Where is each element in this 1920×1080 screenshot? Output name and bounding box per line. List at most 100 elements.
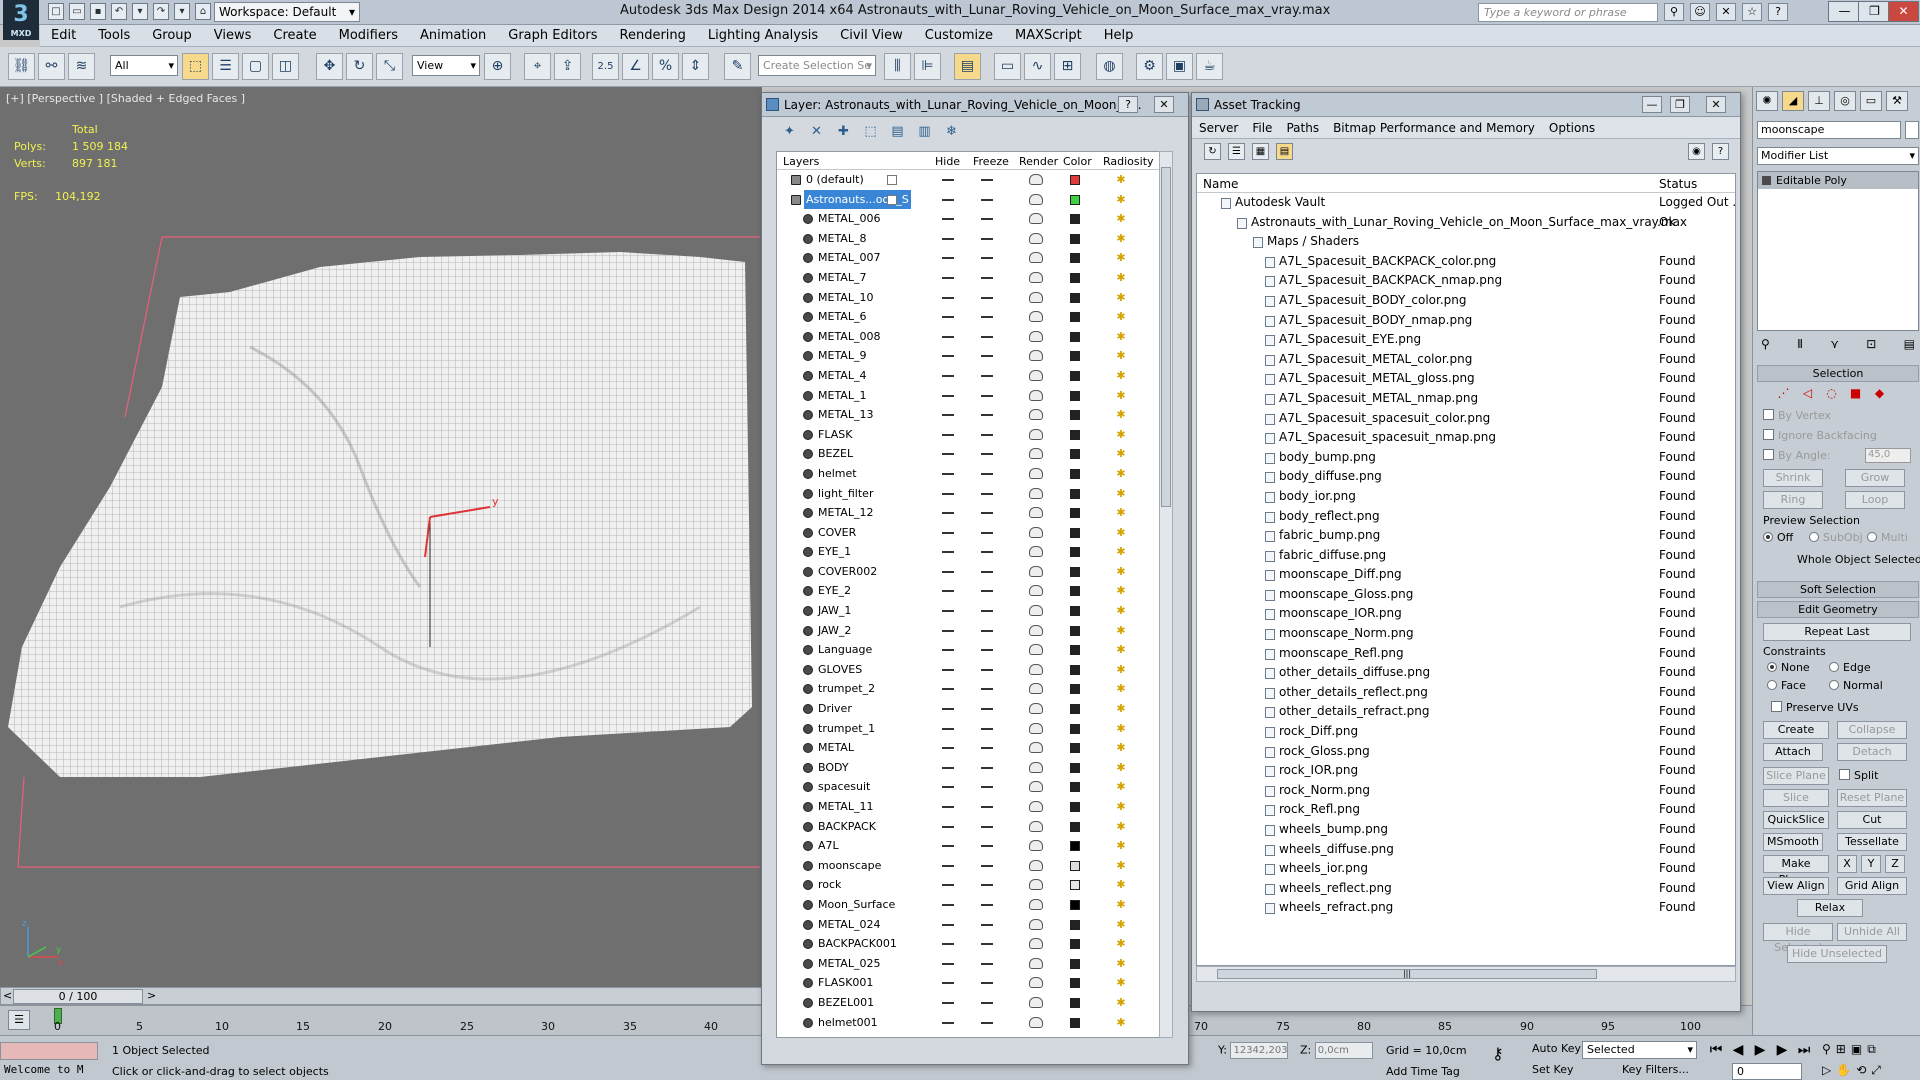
radiosity-icon[interactable] [1113,564,1129,579]
freeze-toggle-icon[interactable] [981,845,993,848]
asset-row[interactable]: other_details_refract.png Found [1197,702,1735,722]
layer-color-swatch[interactable] [1070,586,1080,597]
radiosity-icon[interactable] [1113,858,1129,873]
hide-toggle-icon[interactable] [942,943,954,946]
layer-row[interactable]: A7L [777,836,1168,856]
layer-row[interactable]: BODY [777,758,1168,778]
asset-row[interactable]: A7L_Spacesuit_EYE.png Found [1197,330,1735,350]
layer-row[interactable]: METAL [777,738,1168,758]
asset-name[interactable]: wheels_bump.png [1279,820,1388,840]
layer-color-swatch[interactable] [1070,429,1080,440]
freeze-all-icon[interactable]: ❄ [942,122,961,141]
hide-toggle-icon[interactable] [942,982,954,985]
asset-row[interactable]: rock_Gloss.png Found [1197,742,1735,762]
asset-name[interactable]: wheels_diffuse.png [1279,840,1394,860]
asset-name[interactable]: body_reflect.png [1279,507,1380,527]
hide-toggle-icon[interactable] [942,923,954,926]
edit-named-selection-icon[interactable]: ✎ [724,53,751,80]
layer-close-button[interactable]: ✕ [1154,96,1174,113]
layer-row[interactable]: METAL_025 [777,954,1168,974]
key-filters-button[interactable]: Key Filters... [1622,1063,1689,1076]
asset-minimize-button[interactable]: — [1642,96,1662,113]
material-editor-icon[interactable]: ◍ [1096,53,1123,80]
subscription-icon[interactable]: ☺ [1690,3,1710,21]
menu-graph-editors[interactable]: Graph Editors [497,28,608,43]
table-view-icon[interactable]: ▤ [1276,143,1293,160]
communication-icon[interactable]: ✕ [1716,3,1736,21]
layer-row[interactable]: METAL_12 [777,503,1168,523]
create-layer-icon[interactable]: ✦ [780,122,799,141]
asset-row[interactable]: rock_IOR.png Found [1197,761,1735,781]
asset-menu-server[interactable]: Server [1192,121,1245,135]
asset-name[interactable]: A7L_Spacesuit_BACKPACK_color.png [1279,252,1496,272]
remove-modifier-icon[interactable]: ⊡ [1866,337,1876,359]
radiosity-icon[interactable] [1113,760,1129,775]
time-next-icon[interactable]: > [147,989,156,1002]
layer-row[interactable]: BACKPACK001 [777,934,1168,954]
asset-row[interactable]: moonscape_Norm.png Found [1197,624,1735,644]
window-crossing-icon[interactable]: ◫ [272,53,299,80]
detach-button[interactable]: Detach [1837,743,1907,761]
layer-scrollbar[interactable] [1159,151,1173,1038]
freeze-toggle-icon[interactable] [981,237,993,240]
ring-button[interactable]: Ring [1763,491,1823,509]
asset-row[interactable]: A7L_Spacesuit_BACKPACK_nmap.png Found [1197,271,1735,291]
radiosity-icon[interactable] [1113,583,1129,598]
radiosity-icon[interactable] [1113,917,1129,932]
layer-name[interactable]: METAL_007 [816,248,882,268]
layer-row[interactable]: BEZEL [777,444,1168,464]
asset-name[interactable]: A7L_Spacesuit_BODY_color.png [1279,291,1466,311]
freeze-toggle-icon[interactable] [981,355,993,358]
layer-name[interactable]: METAL_008 [816,327,882,347]
layer-color-swatch[interactable] [1070,782,1080,793]
render-teapot-icon[interactable] [1029,957,1043,969]
hide-toggle-icon[interactable] [942,884,954,887]
layer-row[interactable]: METAL_4 [777,366,1168,386]
layer-row[interactable]: METAL_008 [777,327,1168,347]
layer-color-swatch[interactable] [1070,841,1080,852]
layer-color-swatch[interactable] [1070,997,1080,1008]
asset-row[interactable]: A7L_Spacesuit_BODY_color.png Found [1197,291,1735,311]
radiosity-icon[interactable] [1113,701,1129,716]
rotate-icon[interactable]: ↻ [346,53,373,80]
radiosity-icon[interactable] [1113,838,1129,853]
layer-name[interactable]: JAW_1 [816,601,853,621]
layer-row[interactable]: Driver [777,699,1168,719]
hide-toggle-icon[interactable] [942,629,954,632]
render-teapot-icon[interactable] [1029,193,1043,205]
close-button[interactable]: ✕ [1888,1,1919,22]
render-teapot-icon[interactable] [1029,781,1043,793]
asset-name[interactable]: A7L_Spacesuit_METAL_color.png [1279,350,1472,370]
asset-name[interactable]: rock_Norm.png [1279,781,1370,801]
hide-toggle-icon[interactable] [942,806,954,808]
render-teapot-icon[interactable] [1029,918,1043,930]
col-layers[interactable]: Layers [783,155,819,168]
layer-row[interactable]: trumpet_2 [777,679,1168,699]
layer-color-swatch[interactable] [1070,468,1080,479]
add-time-tag[interactable]: Add Time Tag [1386,1065,1460,1078]
layer-name[interactable]: 0 (default) [804,170,866,190]
layer-color-swatch[interactable] [1070,488,1080,499]
link-icon[interactable]: ⛓ [8,53,35,80]
layer-name[interactable]: METAL_4 [816,366,868,386]
freeze-toggle-icon[interactable] [981,433,993,436]
radiosity-icon[interactable] [1113,446,1129,461]
asset-row[interactable]: other_details_reflect.png Found [1197,683,1735,703]
layer-row[interactable]: COVER002 [777,562,1168,582]
hide-toggle-icon[interactable] [942,1021,954,1024]
layer-name[interactable]: METAL_7 [816,268,868,288]
radiosity-icon[interactable] [1113,681,1129,696]
layer-name[interactable]: METAL_12 [816,503,875,523]
layer-row[interactable]: helmet [777,464,1168,484]
layer-name[interactable]: METAL_025 [816,954,882,974]
asset-name[interactable]: body_ior.png [1279,487,1356,507]
layer-color-swatch[interactable] [1070,821,1080,832]
menu-animation[interactable]: Animation [409,28,497,43]
asset-row[interactable]: Autodesk Vault Logged Out ... [1197,193,1735,213]
asset-row[interactable]: wheels_refract.png Found [1197,898,1735,918]
hide-selected-button[interactable]: Hide Selected [1763,923,1833,954]
asset-name[interactable]: A7L_Spacesuit_spacesuit_nmap.png [1279,428,1496,448]
selection-rollout[interactable]: Selection [1757,365,1919,382]
asset-row[interactable]: Astronauts_with_Lunar_Roving_Vehicle_on_… [1197,213,1735,233]
layer-name[interactable]: COVER002 [816,562,879,582]
